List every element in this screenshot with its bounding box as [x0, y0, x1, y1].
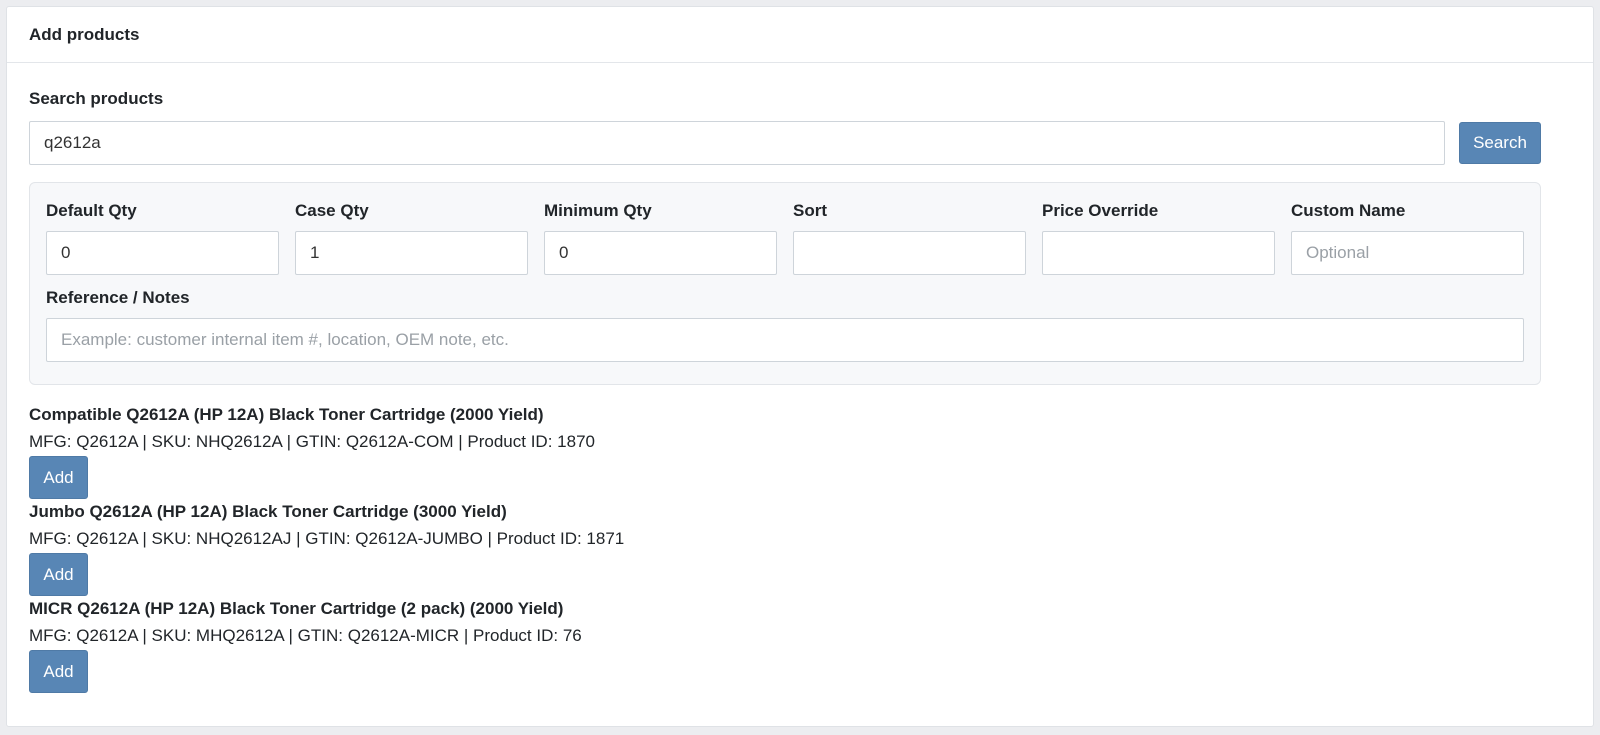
price-override-label: Price Override [1042, 201, 1159, 220]
minimum-qty-input[interactable] [544, 231, 777, 275]
result-item: Compatible Q2612A (HP 12A) Black Toner C… [29, 404, 1571, 501]
result-meta: MFG: Q2612A | SKU: NHQ2612A | GTIN: Q261… [29, 432, 595, 451]
price-override-group: Price Override [1042, 201, 1275, 275]
sort-input[interactable] [793, 231, 1026, 275]
default-qty-input[interactable] [46, 231, 279, 275]
result-name: MICR Q2612A (HP 12A) Black Toner Cartrid… [29, 599, 564, 618]
result-item: Jumbo Q2612A (HP 12A) Black Toner Cartri… [29, 501, 1571, 598]
card-title: Add products [29, 24, 140, 44]
add-products-card: Add products Search products Search Defa… [6, 6, 1594, 727]
result-item: MICR Q2612A (HP 12A) Black Toner Cartrid… [29, 598, 1571, 695]
sort-label: Sort [793, 201, 827, 220]
result-meta: MFG: Q2612A | SKU: NHQ2612AJ | GTIN: Q26… [29, 529, 625, 548]
search-button[interactable]: Search [1459, 122, 1541, 164]
default-qty-label: Default Qty [46, 201, 137, 220]
custom-name-group: Custom Name [1291, 201, 1524, 275]
result-name: Compatible Q2612A (HP 12A) Black Toner C… [29, 405, 544, 424]
options-grid: Default Qty Case Qty Minimum Qty Sort Pr… [46, 201, 1524, 275]
notes-input[interactable] [46, 318, 1524, 362]
custom-name-label: Custom Name [1291, 201, 1406, 220]
search-label: Search products [29, 89, 164, 108]
price-override-input[interactable] [1042, 231, 1275, 275]
case-qty-label: Case Qty [295, 201, 369, 220]
card-header: Add products [7, 7, 1593, 63]
search-input[interactable] [29, 121, 1445, 165]
case-qty-group: Case Qty [295, 201, 528, 275]
minimum-qty-group: Minimum Qty [544, 201, 777, 275]
card-body: Search products Search Default Qty Case … [7, 63, 1593, 695]
custom-name-input[interactable] [1291, 231, 1524, 275]
search-row: Search [29, 121, 1571, 165]
result-name: Jumbo Q2612A (HP 12A) Black Toner Cartri… [29, 502, 507, 521]
add-button[interactable]: Add [29, 650, 88, 693]
search-results: Compatible Q2612A (HP 12A) Black Toner C… [29, 404, 1571, 695]
notes-label: Reference / Notes [46, 288, 190, 307]
add-button[interactable]: Add [29, 553, 88, 596]
add-button[interactable]: Add [29, 456, 88, 499]
default-qty-group: Default Qty [46, 201, 279, 275]
minimum-qty-label: Minimum Qty [544, 201, 652, 220]
result-meta: MFG: Q2612A | SKU: MHQ2612A | GTIN: Q261… [29, 626, 582, 645]
sort-group: Sort [793, 201, 1026, 275]
case-qty-input[interactable] [295, 231, 528, 275]
product-options-panel: Default Qty Case Qty Minimum Qty Sort Pr… [29, 182, 1541, 385]
